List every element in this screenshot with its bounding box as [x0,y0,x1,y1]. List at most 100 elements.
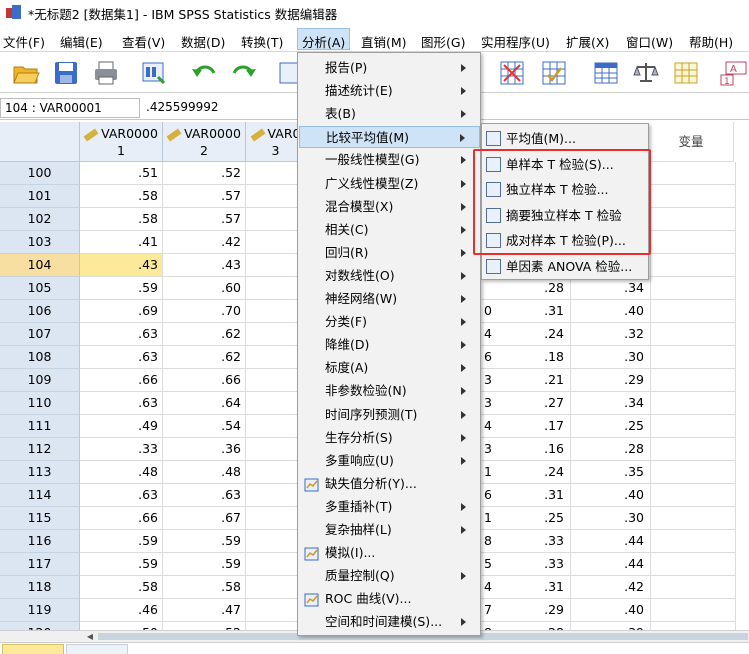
data-cell[interactable]: .42 [163,231,246,254]
data-cell[interactable]: .62 [163,323,246,346]
data-cell[interactable]: .59 [80,530,163,553]
empty-cell[interactable] [651,622,736,630]
data-cell[interactable]: .18 [481,346,571,369]
empty-cell[interactable] [651,369,736,392]
tab-data-view[interactable] [2,644,64,654]
row-header[interactable]: 113 [0,461,80,484]
compare-means-item[interactable]: 单因素 ANOVA 检验... [483,255,648,278]
data-cell[interactable]: .52 [163,622,246,630]
data-cell[interactable]: .31 [481,484,571,507]
data-cell[interactable]: .44 [571,553,651,576]
data-cell[interactable]: .48 [80,461,163,484]
data-cell[interactable]: .43 [163,254,246,277]
analyze-menu-item[interactable]: 模拟(I)... [299,542,480,564]
data-cell[interactable]: .21 [481,369,571,392]
data-cell[interactable]: .57 [163,208,246,231]
compare-means-item[interactable]: 成对样本 T 检验(P)... [483,229,648,252]
data-cell[interactable]: .52 [163,162,246,185]
empty-cell[interactable] [651,461,736,484]
row-header[interactable]: 119 [0,599,80,622]
empty-cell[interactable] [651,162,736,185]
data-cell[interactable]: .44 [571,530,651,553]
analyze-menu-item[interactable]: 对数线性(O) [299,265,480,287]
analyze-menu-item[interactable]: 混合模型(X) [299,196,480,218]
empty-cell[interactable] [651,553,736,576]
data-cell[interactable]: .42 [571,576,651,599]
menu-view[interactable]: 查看(V) [122,32,165,51]
tab-variable-view[interactable] [66,644,128,654]
analyze-menu-item[interactable]: 报告(P) [299,57,480,79]
analyze-menu-item[interactable]: 回归(R) [299,242,480,264]
data-cell[interactable]: .48 [163,461,246,484]
menu-analyze[interactable]: 分析(A) [297,28,351,50]
data-cell[interactable]: .58 [163,576,246,599]
analyze-menu-item[interactable]: 描述统计(E) [299,80,480,102]
empty-cell[interactable] [651,507,736,530]
split-file-icon[interactable] [498,59,526,87]
use-variable-sets-icon[interactable] [672,59,700,87]
data-cell[interactable]: .66 [80,507,163,530]
data-cell[interactable]: .41 [80,231,163,254]
data-cell[interactable]: .54 [163,415,246,438]
analyze-menu-item[interactable]: 质量控制(Q) [299,565,480,587]
row-header[interactable]: 102 [0,208,80,231]
analyze-menu-item[interactable]: 神经网络(W) [299,288,480,310]
menu-extensions[interactable]: 扩展(X) [566,32,609,51]
analyze-menu-item[interactable]: 多重插补(T) [299,496,480,518]
data-cell[interactable]: .29 [571,369,651,392]
empty-cell[interactable] [651,300,736,323]
compare-means-item[interactable]: 独立样本 T 检验... [483,178,648,201]
data-cell[interactable]: .34 [571,392,651,415]
data-cell[interactable]: .58 [80,576,163,599]
empty-cell[interactable] [651,254,736,277]
empty-cell[interactable] [651,599,736,622]
data-cell[interactable]: .59 [163,553,246,576]
compare-means-item[interactable]: 摘要独立样本 T 检验 [483,204,648,227]
data-cell[interactable]: .25 [571,415,651,438]
data-cell[interactable]: .35 [571,461,651,484]
data-cell[interactable]: .30 [571,346,651,369]
menu-data[interactable]: 数据(D) [181,32,225,51]
data-cell[interactable]: .17 [481,415,571,438]
row-header[interactable]: 103 [0,231,80,254]
compare-means-item[interactable]: 平均值(M)... [483,127,648,150]
empty-cell[interactable] [651,438,736,461]
data-cell[interactable]: .62 [163,346,246,369]
menu-window[interactable]: 窗口(W) [626,32,673,51]
data-cell[interactable]: .63 [80,323,163,346]
data-cell[interactable]: .40 [571,599,651,622]
row-header[interactable]: 111 [0,415,80,438]
row-header[interactable]: 114 [0,484,80,507]
data-cell[interactable]: .59 [80,277,163,300]
empty-cell[interactable] [651,346,736,369]
column-header-var00002[interactable]: VAR0000 2 [163,122,246,162]
dialog-recall-icon[interactable] [140,59,168,87]
goto-case-icon[interactable] [270,59,298,87]
data-cell[interactable]: .58 [80,208,163,231]
data-cell[interactable]: .16 [481,438,571,461]
data-cell[interactable]: .67 [163,507,246,530]
empty-cell[interactable] [651,576,736,599]
data-cell[interactable]: .32 [571,323,651,346]
menu-file[interactable]: 文件(F) [3,32,45,51]
row-header[interactable]: 101 [0,185,80,208]
spell-check-icon[interactable]: A1 [718,59,749,87]
data-cell[interactable]: .58 [80,185,163,208]
data-cell[interactable]: .31 [481,576,571,599]
data-cell[interactable]: .30 [571,507,651,530]
data-cell[interactable]: .33 [481,530,571,553]
data-cell[interactable]: .46 [80,599,163,622]
row-header[interactable]: 120 [0,622,80,630]
data-cell[interactable]: .33 [481,553,571,576]
compare-means-item[interactable]: 单样本 T 检验(S)... [483,153,648,176]
weight-cases-icon[interactable] [632,59,660,87]
empty-cell[interactable] [651,208,736,231]
data-cell[interactable]: .28 [571,438,651,461]
analyze-menu-item[interactable]: ROC 曲线(V)... [299,588,480,610]
cell-reference-field[interactable]: 104 : VAR00001 [0,98,140,118]
analyze-menu-item[interactable]: 降维(D) [299,334,480,356]
row-header[interactable]: 110 [0,392,80,415]
select-cases-icon[interactable] [540,59,568,87]
data-cell[interactable]: .31 [481,300,571,323]
empty-cell[interactable] [651,530,736,553]
